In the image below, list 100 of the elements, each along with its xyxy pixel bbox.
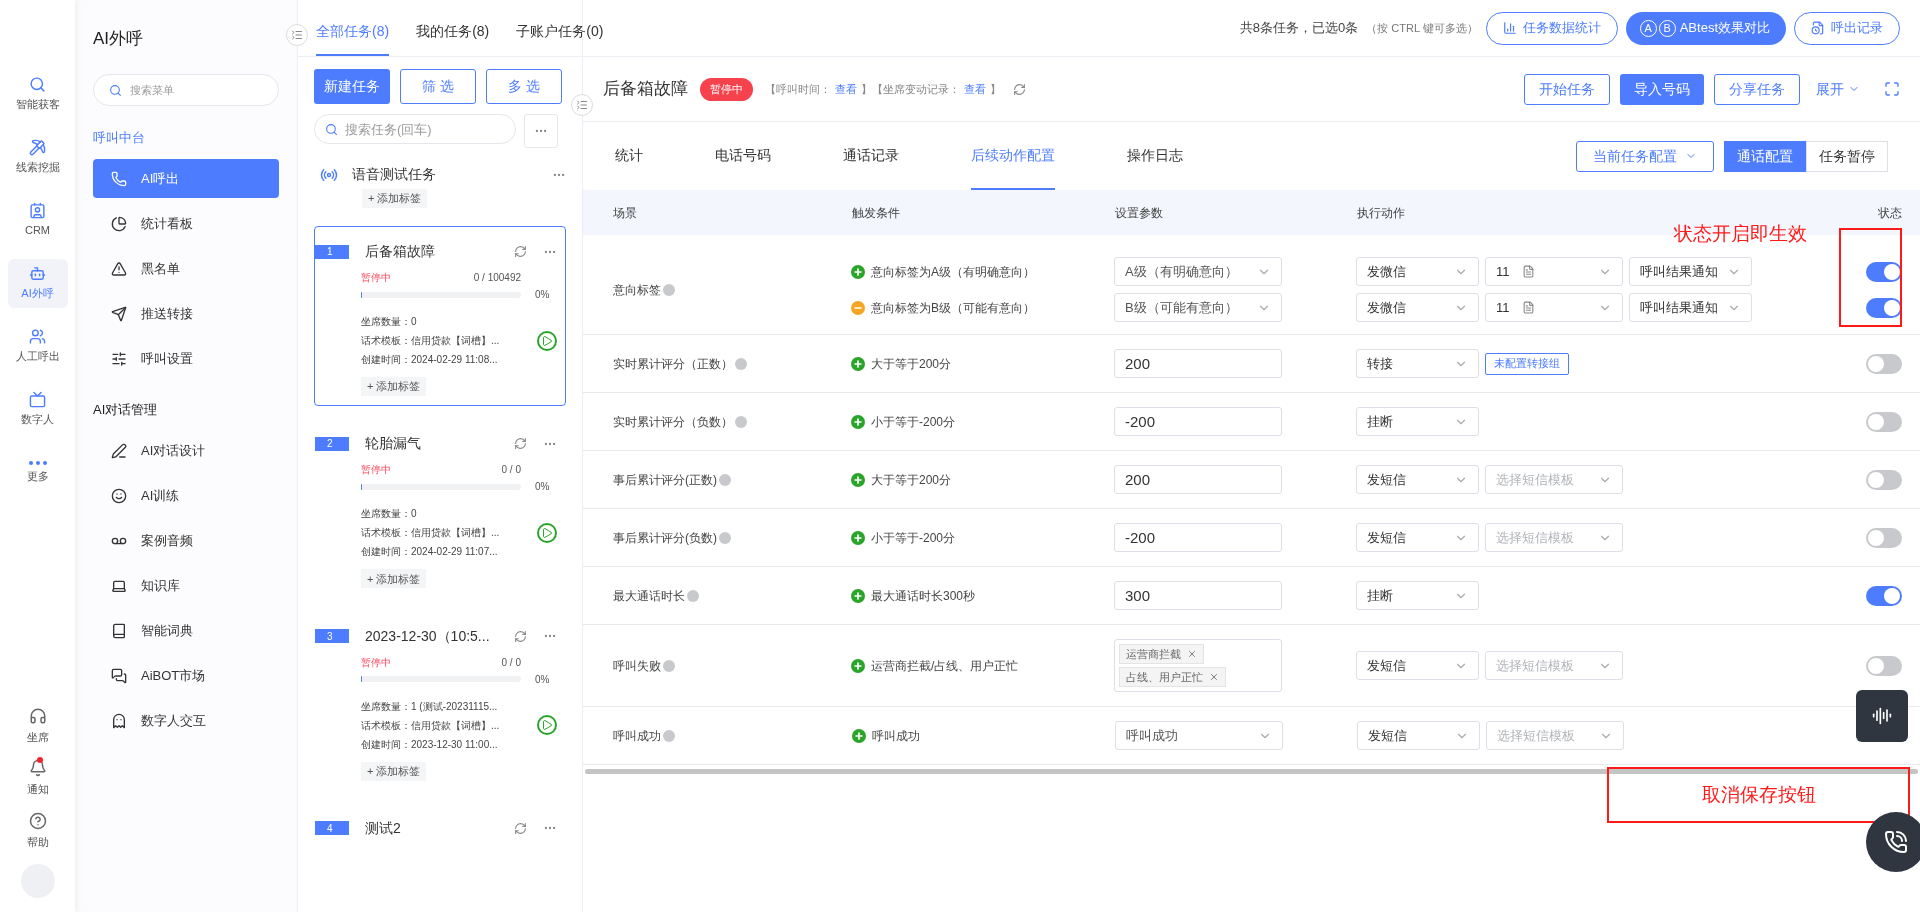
param-select[interactable]: B级（可能有意向） — [1114, 293, 1282, 322]
plus-icon[interactable] — [851, 530, 865, 545]
task-card[interactable]: 3 2023-12-30（10:5... 暂停中 0 / 0 0% 坐席数量：1 (测试-20231115... 话术模板：信用贷款【词槽】... 创建时间：2023-12-30 11:00... + 添加标签 — [314, 610, 566, 791]
param-input[interactable]: 300 — [1114, 581, 1282, 610]
refresh-icon[interactable] — [514, 245, 527, 258]
param-select[interactable]: A级（有明确意向） — [1114, 257, 1282, 286]
nav-rail-item[interactable]: AI外呼 — [7, 259, 68, 308]
minus-icon[interactable] — [851, 300, 865, 315]
add-tag-button[interactable]: + 添加标签 — [361, 761, 427, 781]
plus-icon[interactable] — [851, 658, 865, 673]
transfer-group-button[interactable]: 未配置转接组 — [1485, 352, 1569, 375]
plus-icon[interactable] — [851, 264, 865, 279]
segment-tab[interactable]: 通话配置 — [1724, 140, 1806, 172]
toggle-switch[interactable] — [1866, 297, 1902, 318]
toggle-switch[interactable] — [1866, 353, 1902, 374]
action-select[interactable]: 发短信 — [1356, 651, 1479, 680]
nav-rail-item[interactable]: CRM — [7, 196, 68, 245]
task-tab[interactable]: 我的任务(8) — [416, 21, 490, 56]
menu-item[interactable]: AI呼出 — [93, 159, 279, 198]
detail-tab[interactable]: 通话记录 — [843, 122, 899, 190]
fullscreen-icon[interactable] — [1884, 81, 1900, 97]
menu-item[interactable]: 推送转接 — [93, 294, 279, 333]
action-select[interactable]: 发短信 — [1357, 721, 1480, 750]
detail-tab[interactable]: 操作日志 — [1127, 122, 1183, 190]
task-action-button[interactable]: 多 选 — [486, 69, 562, 104]
action-select[interactable]: 挂断 — [1356, 581, 1479, 610]
menu-search-field[interactable]: 搜索菜单 — [93, 73, 279, 106]
toggle-switch[interactable] — [1866, 655, 1902, 676]
play-button[interactable] — [537, 330, 557, 351]
refresh-icon[interactable] — [1013, 82, 1026, 96]
nav-rail-item[interactable]: 通知 — [26, 759, 49, 798]
action-select[interactable]: 发微信 — [1356, 257, 1479, 286]
phone-assistant-button[interactable] — [1866, 812, 1920, 872]
remove-icon[interactable] — [1209, 672, 1219, 682]
param-input[interactable]: 200 — [1114, 349, 1282, 378]
menu-item[interactable]: 黑名单 — [93, 249, 279, 288]
refresh-icon[interactable] — [514, 821, 527, 835]
action-select[interactable]: 呼叫结果通知 — [1629, 293, 1752, 322]
template-select[interactable]: 11 — [1485, 257, 1623, 286]
task-card[interactable]: 2 轮胎漏气 暂停中 0 / 0 0% 坐席数量：0 话术模板：信用贷款【词槽】... 创建时间：2024-02-29 11:07... + 添加标签 — [314, 418, 566, 599]
menu-item[interactable]: 数字人交互 — [93, 701, 279, 741]
plus-icon[interactable] — [851, 588, 865, 603]
config-dropdown[interactable]: 当前任务配置 — [1576, 140, 1714, 172]
param-input[interactable]: 200 — [1114, 465, 1282, 494]
nav-rail-item[interactable]: 人工呼出 — [7, 322, 68, 371]
menu-item[interactable]: 统计看板 — [93, 204, 279, 243]
action-select[interactable]: 发微信 — [1356, 293, 1479, 322]
refresh-icon[interactable] — [514, 437, 527, 451]
task-card[interactable]: 4 测试2 — [314, 802, 566, 848]
task-search-field[interactable]: 搜索任务(回车) — [314, 114, 516, 144]
collapse-button[interactable] — [571, 94, 593, 116]
nav-rail-item[interactable]: 线索挖掘 — [7, 133, 68, 182]
add-tag-button[interactable]: + 添加标签 — [362, 189, 428, 208]
tag-field[interactable]: 运营商拦截 占线、用户正忙 — [1114, 639, 1282, 692]
task-action-button[interactable]: 新建任务 — [314, 69, 390, 104]
menu-item[interactable]: 智能词典 — [93, 611, 279, 651]
task-tab[interactable]: 子账户任务(0) — [516, 21, 604, 56]
template-select[interactable]: 11 — [1485, 293, 1623, 322]
plus-icon[interactable] — [851, 472, 865, 487]
play-button[interactable] — [537, 522, 557, 543]
param-input[interactable]: -200 — [1114, 407, 1282, 436]
param-input[interactable]: -200 — [1114, 523, 1282, 552]
expand-button[interactable]: 展开 — [1816, 78, 1860, 100]
collapse-button[interactable] — [286, 24, 308, 46]
plus-icon[interactable] — [851, 356, 865, 371]
nav-rail-item[interactable]: 坐席 — [26, 706, 49, 745]
action-select[interactable]: 呼叫结果通知 — [1629, 257, 1752, 286]
refresh-icon[interactable] — [514, 629, 527, 643]
nav-rail-item[interactable]: 数字人 — [7, 385, 68, 434]
nav-rail-item[interactable]: 帮助 — [26, 811, 49, 850]
horizontal-scrollbar[interactable] — [585, 769, 1918, 774]
header-button[interactable]: A B ABtest效果对比 — [1625, 11, 1786, 45]
detail-tab[interactable]: 统计 — [615, 122, 643, 190]
action-select[interactable]: 挂断 — [1356, 407, 1479, 436]
task-control-button[interactable]: 分享任务 — [1714, 73, 1800, 105]
voice-chat-button[interactable] — [1856, 690, 1908, 742]
task-control-button[interactable]: 导入号码 — [1620, 73, 1704, 105]
add-tag-button[interactable]: + 添加标签 — [361, 377, 427, 396]
task-tab[interactable]: 全部任务(8) — [316, 21, 390, 56]
add-tag-button[interactable]: + 添加标签 — [361, 569, 427, 589]
plus-icon[interactable] — [851, 414, 865, 429]
menu-item[interactable]: 案例音频 — [93, 521, 279, 561]
plus-icon[interactable] — [852, 728, 866, 743]
menu-item[interactable]: 呼叫设置 — [93, 339, 279, 378]
task-control-button[interactable]: 开始任务 — [1524, 73, 1610, 105]
menu-item[interactable]: 知识库 — [93, 566, 279, 606]
toggle-switch[interactable] — [1866, 585, 1902, 606]
nav-rail-item[interactable]: 智能获客 — [7, 70, 68, 119]
task-card[interactable]: 1 后备箱故障 暂停中 0 / 100492 0% 坐席数量：0 话术模板：信用贷款【词槽】... 创建时间：2024-02-29 11:08... + 添加标签 — [314, 226, 566, 407]
toggle-switch[interactable] — [1866, 261, 1902, 282]
menu-item[interactable]: AI对话设计 — [93, 431, 279, 471]
nav-rail-item[interactable]: 更多 — [7, 448, 68, 497]
menu-item[interactable]: AI训练 — [93, 476, 279, 516]
remove-icon[interactable] — [1187, 649, 1197, 659]
toggle-switch[interactable] — [1866, 411, 1902, 432]
menu-item[interactable]: AiBOT市场 — [93, 656, 279, 696]
toggle-switch[interactable] — [1866, 469, 1902, 490]
action-select[interactable]: 发短信 — [1356, 523, 1479, 552]
param-select[interactable]: 呼叫成功 — [1115, 721, 1283, 750]
action-select[interactable]: 转接 — [1356, 349, 1479, 378]
